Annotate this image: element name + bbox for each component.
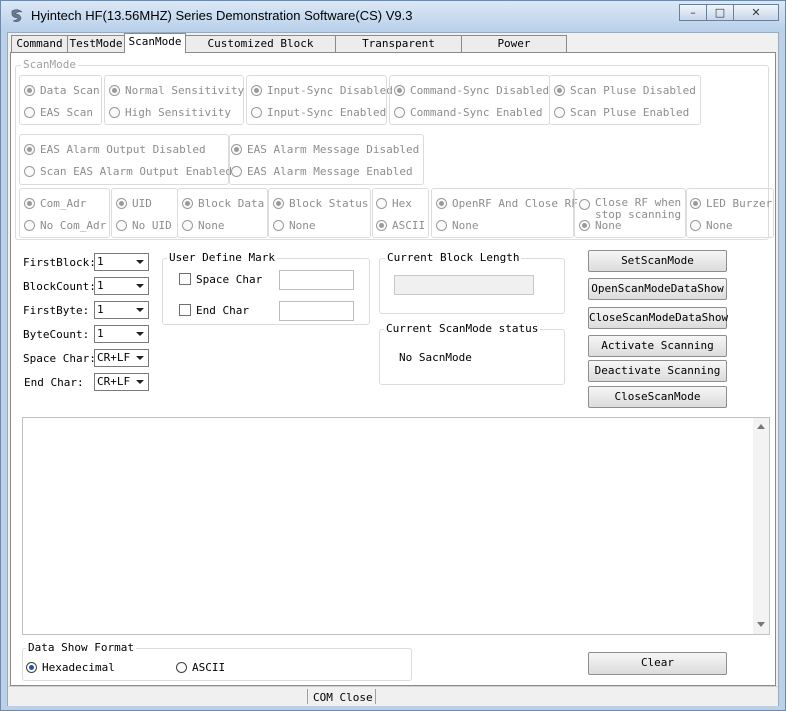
set-scanmode-button[interactable]: SetScanMode — [588, 250, 727, 272]
data-show-format-legend: Data Show Format — [26, 641, 136, 654]
command-sync-enabled-radio[interactable]: Command-Sync Enabled — [394, 106, 542, 119]
end-char-check-label: End Char — [196, 304, 249, 317]
eas-alarm-output-disabled-radio[interactable]: EAS Alarm Output Disabled — [24, 143, 206, 156]
scan-pluse-disabled-radio[interactable]: Scan Pluse Disabled — [554, 84, 696, 97]
uid-radio[interactable]: UID — [116, 197, 152, 210]
current-block-length-legend: Current Block Length — [385, 251, 522, 264]
input-sync-disabled-radio[interactable]: Input-Sync Disabled — [251, 84, 393, 97]
led-burzer-radio[interactable]: LED Burzer — [690, 197, 772, 210]
eas-alarm-output-enabled-radio[interactable]: Scan EAS Alarm Output Enabled — [24, 165, 232, 178]
block-status-radio[interactable]: Block Status — [273, 197, 368, 210]
hexadecimal-radio[interactable]: Hexadecimal — [26, 661, 115, 674]
eas-scan-radio[interactable]: EAS Scan — [24, 106, 93, 119]
minimize-button[interactable]: – — [679, 4, 707, 21]
end-char-select[interactable]: CR+LF — [94, 373, 149, 391]
first-byte-label: FirstByte: — [23, 304, 90, 317]
app-icon — [11, 9, 23, 22]
first-block-label: FirstBlock: — [23, 256, 96, 269]
chevron-down-icon — [136, 380, 144, 384]
close-scanmode-button[interactable]: CloseScanMode — [588, 386, 727, 408]
user-define-mark-legend: User Define Mark — [167, 251, 277, 264]
space-char-select[interactable]: CR+LF — [94, 349, 149, 367]
ascii-radio[interactable]: ASCII — [376, 219, 425, 232]
end-char-label: End Char: — [24, 376, 84, 389]
eas-alarm-message-enabled-radio[interactable]: EAS Alarm Message Enabled — [231, 165, 413, 178]
chevron-down-icon — [136, 260, 144, 264]
block-count-label: BlockCount: — [23, 280, 96, 293]
scanmode-panel: ScanMode Data Scan EAS Scan Normal Sensi… — [10, 52, 776, 686]
block-length-display — [394, 275, 534, 295]
space-char-label: Space Char: — [23, 352, 96, 365]
com-adr-radio[interactable]: Com_Adr — [24, 197, 86, 210]
scanmode-legend: ScanMode — [21, 58, 78, 71]
activate-scanning-button[interactable]: Activate Scanning — [588, 335, 727, 357]
status-separator — [307, 689, 308, 704]
com-status: COM Close — [313, 691, 373, 704]
maximize-button[interactable]: □ — [706, 4, 734, 21]
high-sensitivity-radio[interactable]: High Sensitivity — [109, 106, 231, 119]
block-data-none-radio[interactable]: None — [182, 219, 225, 232]
close-rf-none-radio[interactable]: None — [579, 219, 622, 232]
chevron-down-icon — [136, 308, 144, 312]
tab-customized-block-length[interactable]: Customized Block Length — [185, 35, 336, 66]
space-char-input[interactable] — [279, 270, 354, 290]
tab-power-allocation[interactable]: Power Allocation — [461, 35, 567, 66]
space-char-checkbox[interactable] — [179, 273, 191, 285]
hex-radio[interactable]: Hex — [376, 197, 412, 210]
end-char-input[interactable] — [279, 301, 354, 321]
block-status-none-radio[interactable]: None — [273, 219, 316, 232]
byte-count-label: ByteCount: — [23, 328, 90, 341]
no-uid-radio[interactable]: No UID — [116, 219, 172, 232]
block-data-radio[interactable]: Block Data — [182, 197, 264, 210]
tab-scanmode[interactable]: ScanMode — [124, 33, 186, 53]
client-area: Command TestMode ScanMode Customized Blo… — [7, 32, 779, 706]
open-scanmode-datashow-button[interactable]: OpenScanModeDataShow — [588, 278, 727, 300]
no-com-adr-radio[interactable]: No Com_Adr — [24, 219, 106, 232]
scanmode-status-legend: Current ScanMode status — [384, 322, 541, 335]
tab-transparent-command[interactable]: Transparent Command — [335, 35, 462, 66]
open-rf-close-rf-radio[interactable]: OpenRF And Close RF — [436, 197, 578, 210]
output-textarea[interactable] — [22, 417, 770, 635]
eas-alarm-message-disabled-radio[interactable]: EAS Alarm Message Disabled — [231, 143, 419, 156]
space-char-check-label: Space Char — [196, 273, 263, 286]
chevron-down-icon — [136, 356, 144, 360]
end-char-checkbox[interactable] — [179, 304, 191, 316]
scan-pluse-enabled-radio[interactable]: Scan Pluse Enabled — [554, 106, 689, 119]
clear-button[interactable]: Clear — [588, 652, 727, 675]
status-separator — [375, 689, 376, 704]
data-scan-radio[interactable]: Data Scan — [24, 84, 100, 97]
close-scanmode-datashow-button[interactable]: CloseScanModeDataShow — [588, 307, 728, 329]
chevron-down-icon — [136, 332, 144, 336]
open-rf-none-radio[interactable]: None — [436, 219, 479, 232]
tab-testmode[interactable]: TestMode — [67, 35, 125, 52]
first-block-select[interactable]: 1 — [94, 253, 149, 271]
scroll-up-icon[interactable] — [757, 424, 765, 429]
application-window: Hyintech HF(13.56MHZ) Series Demonstrati… — [0, 0, 786, 711]
led-burzer-none-radio[interactable]: None — [690, 219, 733, 232]
scroll-down-icon[interactable] — [757, 622, 765, 627]
ascii-format-radio[interactable]: ASCII — [176, 661, 225, 674]
first-byte-select[interactable]: 1 — [94, 301, 149, 319]
block-count-select[interactable]: 1 — [94, 277, 149, 295]
window-title: Hyintech HF(13.56MHZ) Series Demonstrati… — [31, 8, 413, 23]
byte-count-select[interactable]: 1 — [94, 325, 149, 343]
tab-command[interactable]: Command — [11, 35, 68, 52]
input-sync-enabled-radio[interactable]: Input-Sync Enabled — [251, 106, 386, 119]
close-rf-stop-scanning-radio[interactable]: Close RF when stop scanning — [579, 197, 681, 221]
scanmode-status-value: No SacnMode — [399, 351, 472, 364]
title-bar[interactable]: Hyintech HF(13.56MHZ) Series Demonstrati… — [1, 1, 785, 31]
close-button[interactable]: ✕ — [733, 4, 779, 21]
normal-sensitivity-radio[interactable]: Normal Sensitivity — [109, 84, 244, 97]
command-sync-disabled-radio[interactable]: Command-Sync Disabled — [394, 84, 549, 97]
status-bar: COM Close — [8, 686, 778, 706]
deactivate-scanning-button[interactable]: Deactivate Scanning — [588, 360, 727, 382]
vertical-scrollbar[interactable] — [753, 418, 769, 634]
chevron-down-icon — [136, 284, 144, 288]
